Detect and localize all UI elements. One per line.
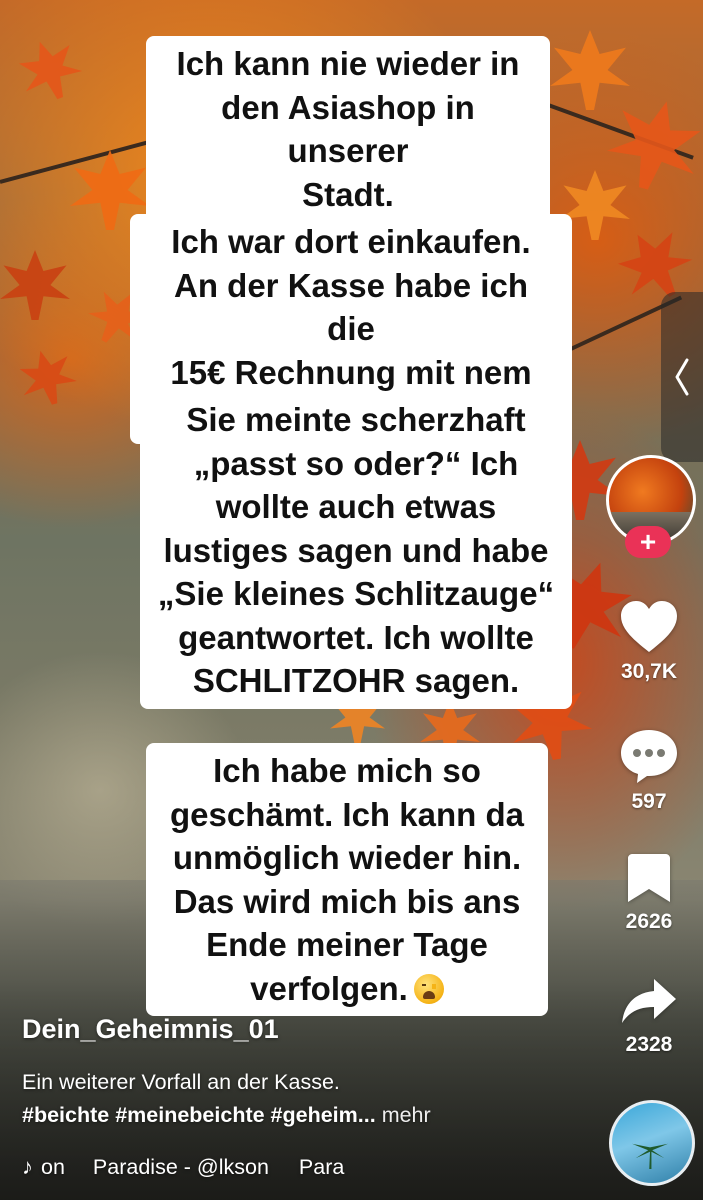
like-button[interactable]: 30,7K xyxy=(604,600,694,684)
share-arrow-icon xyxy=(622,979,676,1023)
follow-button[interactable]: + xyxy=(625,526,671,558)
comment-button[interactable]: 597 xyxy=(604,728,694,814)
music-ticker[interactable]: ♪ on Paradise - @lkson Para xyxy=(22,1152,382,1182)
hashtag-list[interactable]: #beichte #meinebeichte #geheim... xyxy=(22,1103,376,1127)
caption-block-4: Ich habe mich so geschämt. Ich kann da u… xyxy=(146,743,548,1016)
side-panel-toggle[interactable] xyxy=(661,292,703,462)
caption-block-3: Sie meinte scherzhaft „passt so oder?“ I… xyxy=(140,392,572,709)
heart-icon xyxy=(621,601,677,652)
music-disc[interactable] xyxy=(609,1100,695,1186)
creator-username[interactable]: Dein_Geheimnis_01 xyxy=(22,1014,279,1045)
music-note-icon: ♪ xyxy=(22,1154,33,1179)
comment-count: 597 xyxy=(631,790,667,813)
weary-face-emoji xyxy=(413,973,444,1004)
post-description: Ein weiterer Vorfall an der Kasse. xyxy=(22,1070,340,1094)
post-hashtags[interactable]: #beichte #meinebeichte #geheim... mehr xyxy=(22,1103,431,1128)
music-track-title: Paradise - @lkson xyxy=(92,1154,269,1179)
like-count: 30,7K xyxy=(620,660,678,683)
palm-tree-icon xyxy=(632,1143,668,1169)
music-track-repeat: Para xyxy=(298,1154,345,1179)
bookmark-icon xyxy=(628,854,670,902)
share-count: 2328 xyxy=(625,1033,673,1056)
share-button[interactable]: 2328 xyxy=(604,977,694,1057)
chevron-left-icon xyxy=(675,358,689,396)
caption-block-4-text: Ich habe mich so geschämt. Ich kann da u… xyxy=(170,752,524,1007)
comment-bubble-icon xyxy=(621,730,677,783)
save-count: 2626 xyxy=(625,910,673,933)
more-link[interactable]: mehr xyxy=(382,1103,431,1127)
music-prefix: on xyxy=(41,1154,65,1179)
save-button[interactable]: 2626 xyxy=(604,852,694,934)
caption-block-1: Ich kann nie wieder in den Asiashop in u… xyxy=(146,36,550,222)
